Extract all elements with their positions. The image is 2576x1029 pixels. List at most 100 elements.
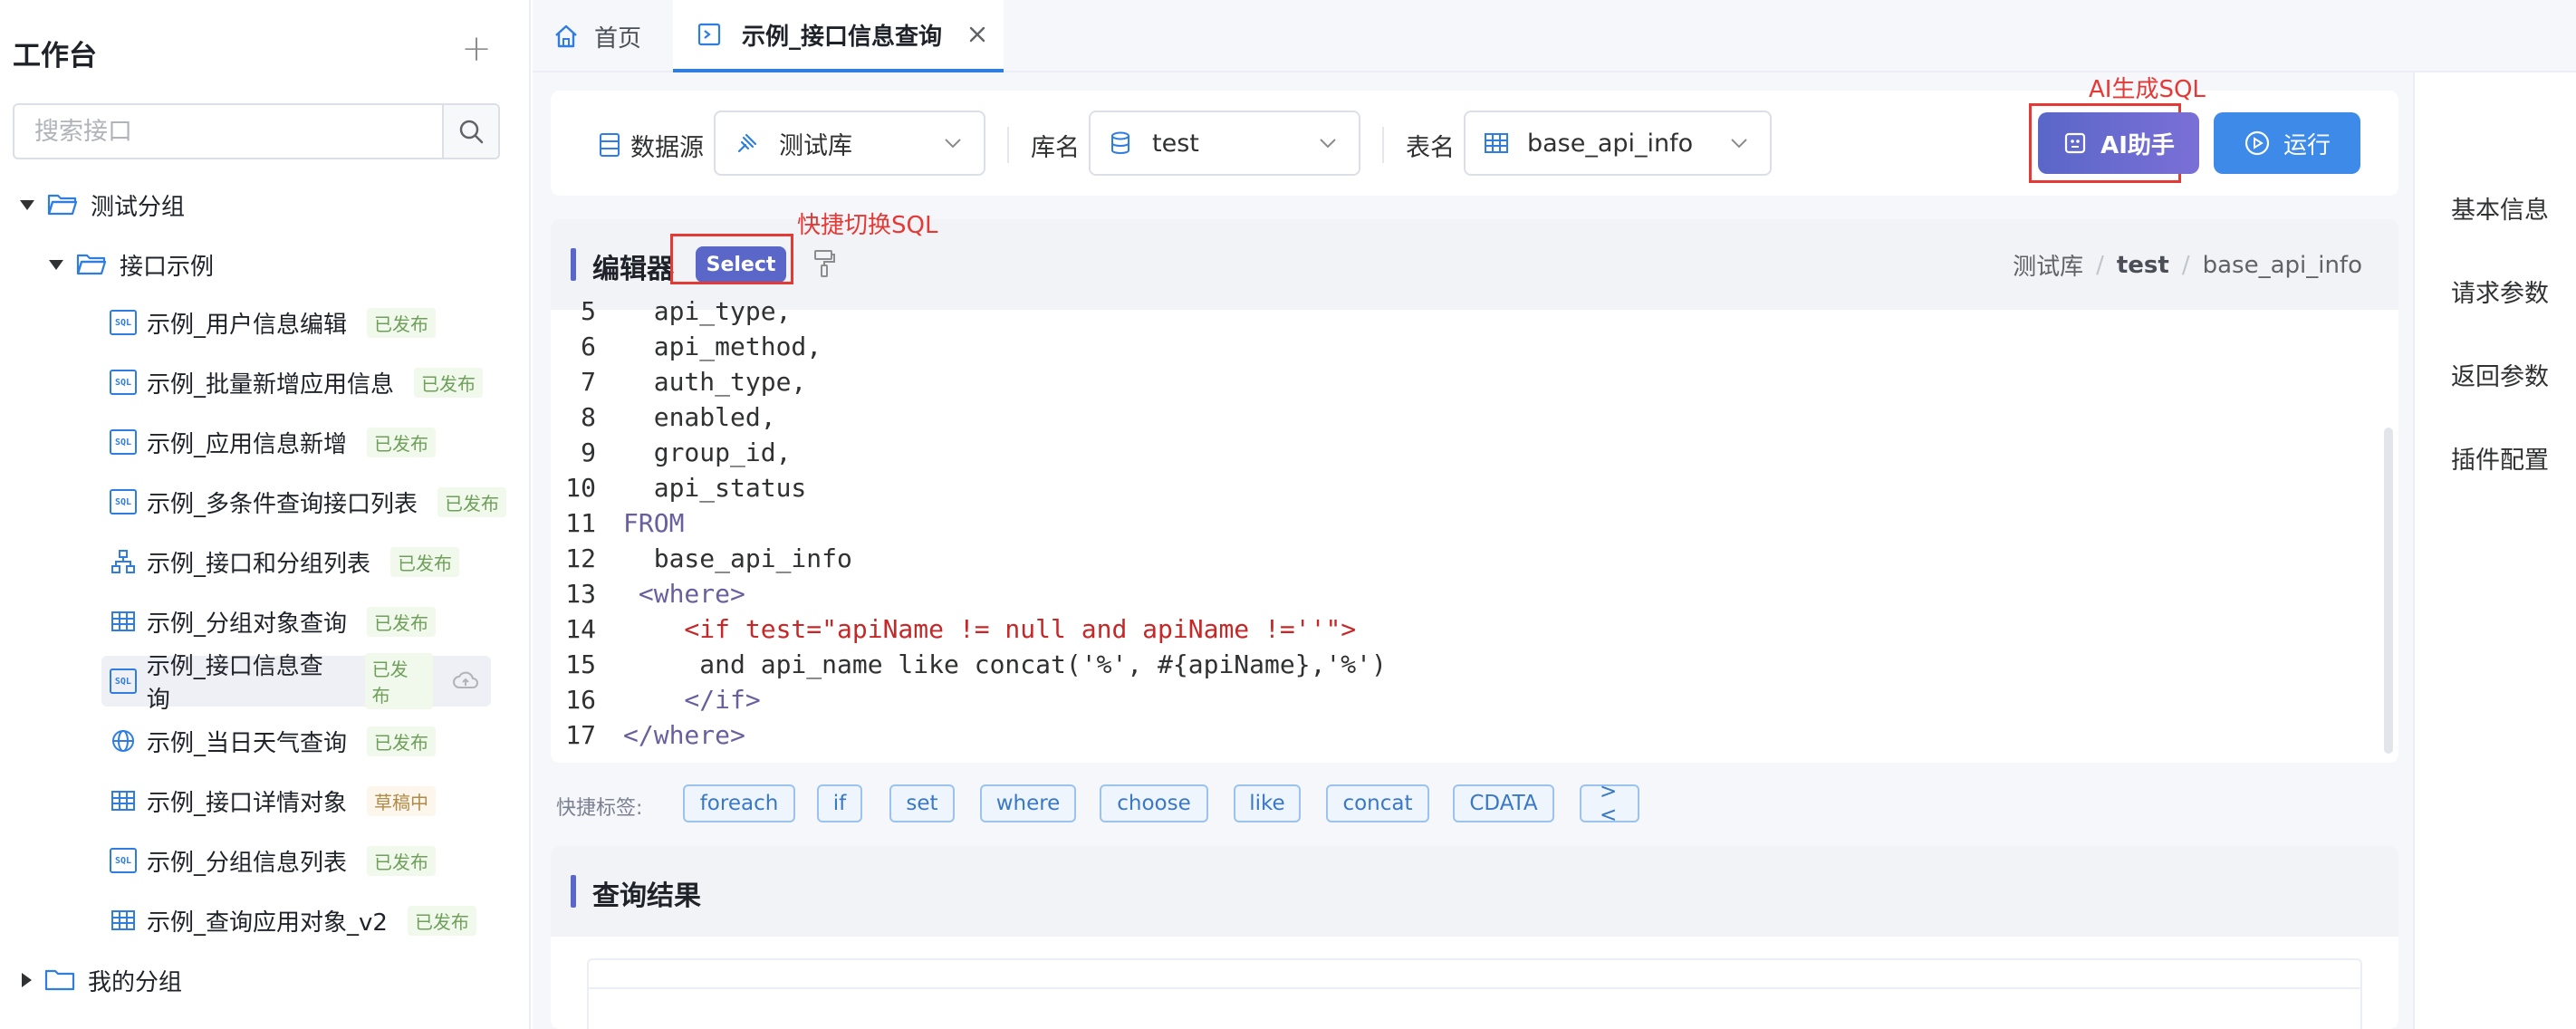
plug-icon [737, 133, 757, 153]
tree-item[interactable]: 示例_查询应用对象_v2 已发布 [101, 895, 489, 946]
search-box [13, 103, 500, 159]
code-text: </where> [623, 720, 745, 750]
editor-scrollbar[interactable] [2384, 428, 2393, 754]
tree-item[interactable]: 示例_接口详情对象 草稿中 [101, 775, 448, 826]
sidebar-title: 工作台 [13, 40, 97, 72]
tree-group-my[interactable]: 我的分组 [22, 955, 182, 1005]
accent-bar [571, 248, 576, 281]
tab-api-query[interactable]: 示例_接口信息查询 [673, 0, 1004, 72]
tree-item[interactable]: SQL 示例_应用信息新增 已发布 [101, 417, 448, 467]
side-nav-basic-info[interactable]: 基本信息 [2451, 190, 2549, 226]
tree-group-label: 测试分组 [91, 193, 186, 221]
play-circle-icon [2244, 130, 2270, 156]
datasource-value: 测试库 [779, 131, 852, 160]
search-input[interactable] [14, 105, 442, 158]
quick-tag[interactable]: foreach [683, 784, 795, 822]
code-editor[interactable]: 5 api_type, 6 api_method, 7 auth_type, 8… [551, 296, 2398, 763]
code-line: 8 enabled, [551, 399, 775, 435]
quick-tag[interactable]: set [889, 784, 955, 822]
tab-home[interactable]: 首页 [553, 0, 670, 72]
annotation-switch: 快捷切换SQL [797, 212, 938, 239]
code-text: FROM [623, 508, 685, 538]
chevron-down-icon [1320, 139, 1336, 149]
highlight-box [670, 234, 793, 284]
quick-tag[interactable]: choose [1100, 784, 1208, 822]
tree-item[interactable]: SQL 示例_多条件查询接口列表 已发布 [101, 476, 519, 527]
code-line: 17 </where> [551, 717, 745, 753]
add-icon[interactable]: + [460, 31, 493, 67]
table-value: base_api_info [1527, 129, 1694, 158]
code-text: and api_name like concat('%', #{apiName}… [623, 649, 1387, 679]
cloud-upload-icon[interactable] [453, 671, 478, 691]
breadcrumb: 测试库 / test / base_api_info [2013, 248, 2362, 282]
code-line: 7 auth_type, [551, 364, 806, 399]
editor-title: 编辑器 [592, 254, 674, 285]
tree-item[interactable]: SQL 示例_用户信息编辑 已发布 [101, 297, 448, 348]
tree-group-test[interactable]: 测试分组 [20, 179, 185, 230]
run-button[interactable]: 运行 [2214, 112, 2360, 174]
quick-tags-label: 快捷标签: [556, 797, 643, 820]
status-badge: 已发布 [367, 307, 437, 338]
tree-group-api-examples[interactable]: 接口示例 [49, 239, 214, 290]
tree-item[interactable]: SQL 示例_分组信息列表 已发布 [101, 835, 448, 886]
tree-item-label: 示例_接口信息查询 [146, 653, 323, 714]
side-nav-request-params[interactable]: 请求参数 [2451, 274, 2549, 309]
tree-item-label: 示例_接口详情对象 [147, 789, 348, 817]
database-list-icon [600, 133, 620, 157]
breadcrumb-item: 测试库 [2013, 254, 2084, 281]
result-title: 查询结果 [592, 880, 701, 912]
quick-tag[interactable]: where [980, 784, 1076, 822]
ai-assistant-button[interactable]: AI助手 [2038, 112, 2199, 174]
globe-icon [109, 726, 138, 755]
tree-item[interactable]: SQL 示例_批量新增应用信息 已发布 [101, 357, 495, 408]
tree-group-label: 接口示例 [120, 253, 215, 281]
status-badge: 已发布 [367, 845, 437, 876]
line-number: 5 [581, 296, 596, 326]
search-button[interactable] [442, 105, 498, 158]
datasource-select[interactable]: 测试库 [714, 111, 985, 176]
code-line: 11 FROM [551, 505, 684, 541]
status-badge: 已发布 [367, 606, 437, 637]
status-badge: 已发布 [407, 905, 476, 936]
close-icon[interactable] [967, 24, 987, 44]
table-icon [109, 786, 138, 815]
side-nav-plugin-config[interactable]: 插件配置 [2451, 440, 2549, 476]
code-text: group_id, [623, 438, 792, 467]
status-badge: 草稿中 [367, 785, 437, 816]
code-line: 9 group_id, [551, 435, 791, 470]
line-number: 16 [565, 685, 596, 715]
code-line: 5 api_type, [551, 293, 791, 329]
line-number: 13 [565, 579, 596, 609]
result-table [587, 958, 2362, 1029]
datasource-label: 数据源 [598, 127, 704, 163]
quick-tag[interactable]: >< [1580, 780, 1639, 827]
quick-tag[interactable]: concat [1326, 784, 1429, 822]
code-line: 14 <if test="apiName != null and apiName… [551, 611, 1356, 647]
database-icon [1111, 131, 1129, 154]
side-nav-response-params[interactable]: 返回参数 [2451, 357, 2549, 392]
db-select[interactable]: test [1089, 111, 1360, 176]
tree-item-active[interactable]: SQL 示例_接口信息查询 已发布 [101, 653, 491, 714]
tree-item[interactable]: 示例_当日天气查询 已发布 [101, 716, 448, 766]
code-text: </if> [623, 685, 761, 715]
status-badge: 已发布 [367, 726, 437, 756]
quick-tag[interactable]: like [1234, 784, 1301, 822]
tree-item[interactable]: 示例_分组对象查询 已发布 [101, 596, 448, 647]
divider [1007, 127, 1009, 163]
table-select[interactable]: base_api_info [1464, 111, 1772, 176]
line-number: 12 [565, 543, 596, 573]
code-line: 12 base_api_info [551, 541, 852, 576]
breadcrumb-separator: / [2096, 251, 2104, 279]
tree-item[interactable]: 示例_接口和分组列表 已发布 [101, 536, 472, 587]
result-table-header-line [587, 987, 2362, 989]
datasource-label-text: 数据源 [630, 133, 704, 162]
db-value: test [1152, 129, 1199, 158]
tab-bar: 首页 示例_接口信息查询 [533, 0, 2576, 72]
sql-icon: SQL [109, 487, 138, 516]
quick-tag[interactable]: if [817, 784, 862, 822]
hierarchy-icon [109, 547, 138, 576]
result-header: 查询结果 [551, 846, 2398, 937]
divider [1382, 127, 1384, 163]
format-brush-icon[interactable] [812, 248, 837, 279]
quick-tag[interactable]: CDATA [1453, 784, 1554, 822]
